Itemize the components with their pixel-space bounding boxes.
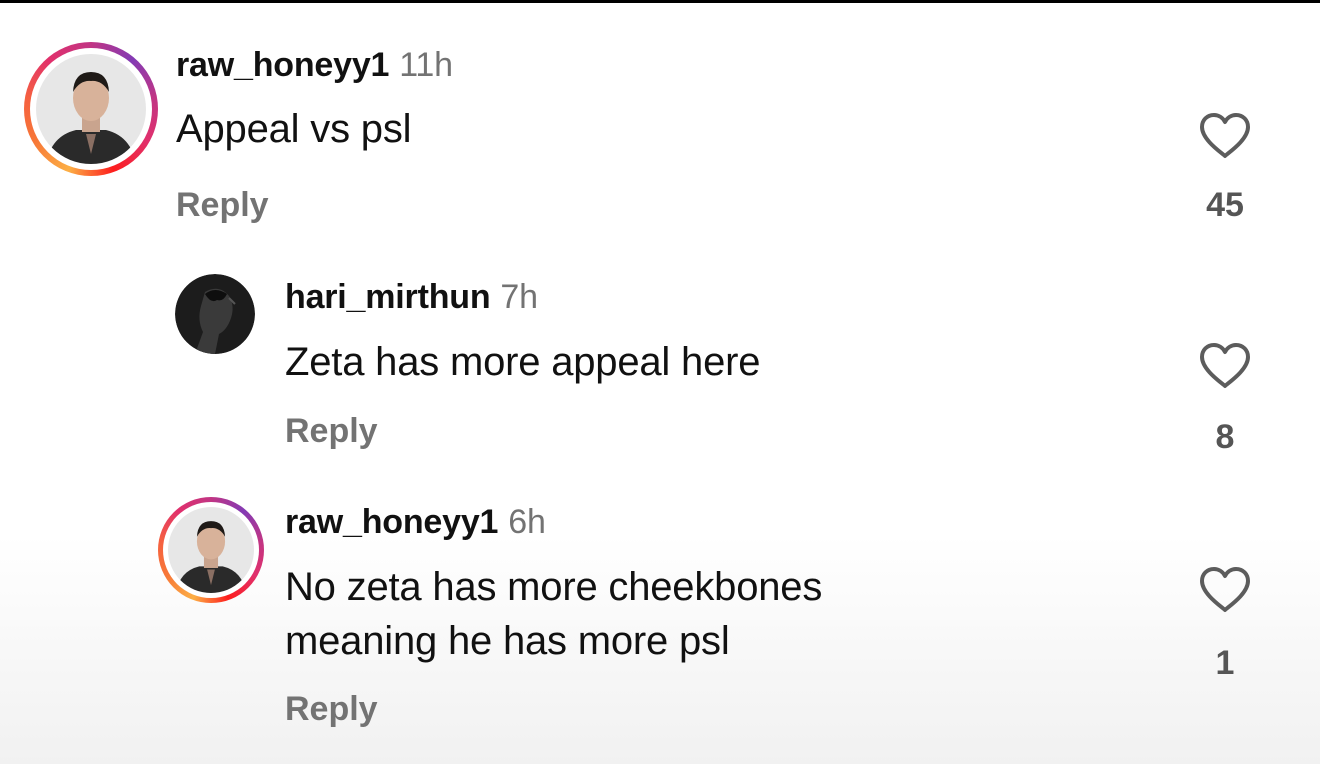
- like-count: 1: [1215, 644, 1235, 682]
- avatar: [168, 507, 254, 593]
- avatar-story-ring[interactable]: [158, 497, 264, 603]
- comment-username[interactable]: raw_honeyy1 6h: [285, 503, 546, 542]
- username-text[interactable]: raw_honeyy1: [285, 503, 498, 541]
- reply-button[interactable]: Reply: [285, 690, 378, 729]
- comment-item: raw_honeyy1 6h No zeta has more cheekbone…: [0, 0, 1320, 764]
- comment-timestamp: 6h: [508, 503, 546, 541]
- heart-outline-icon[interactable]: [1198, 566, 1252, 614]
- comment-text: No zeta has more cheekbones meaning he h…: [285, 565, 823, 663]
